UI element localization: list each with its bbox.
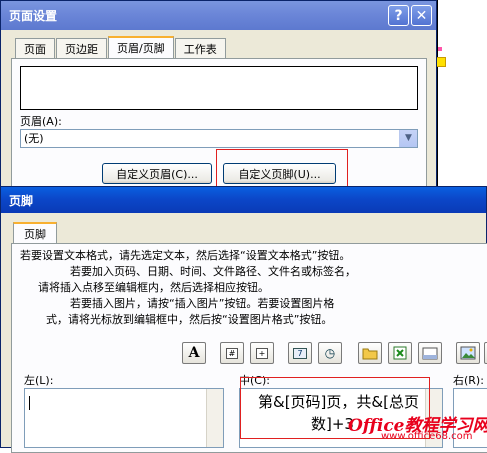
- insert-date-button[interactable]: 7: [288, 342, 312, 364]
- highlight-box-footer-button: [216, 149, 348, 189]
- tab-sheet[interactable]: 工作表: [174, 38, 226, 58]
- page-setup-titlebar: 页面设置: [1, 1, 436, 30]
- custom-header-button[interactable]: 自定义页眉(C)...: [102, 163, 212, 184]
- left-section-input[interactable]: [24, 388, 224, 448]
- page-number-icon: #: [225, 347, 239, 359]
- page-setup-tabs: 页面 页边距 页眉/页脚 工作表: [15, 36, 227, 58]
- insert-time-button[interactable]: ◷: [318, 342, 342, 364]
- tab-footer[interactable]: 页脚: [13, 222, 57, 244]
- chevron-down-icon[interactable]: ▼: [399, 130, 417, 147]
- instruction-line: 若要插入图片，请按“插入图片”按钮。若要设置图片格: [70, 297, 335, 310]
- calendar-icon: 7: [293, 347, 307, 359]
- insert-sheet-name-button[interactable]: [418, 342, 442, 364]
- header-label: 页眉(A):: [20, 115, 62, 128]
- folder-icon: [362, 348, 378, 359]
- font-icon: A: [188, 345, 200, 361]
- tab-margins[interactable]: 页边距: [56, 38, 107, 58]
- help-button[interactable]: ?: [388, 5, 409, 26]
- text-caret: [29, 396, 30, 410]
- clock-icon: ◷: [324, 346, 336, 360]
- insert-total-pages-button[interactable]: +: [250, 342, 274, 364]
- instruction-line: 若要加入页码、日期、时间、文件路径、文件名或标签名，: [70, 265, 356, 278]
- page-setup-dialog: 页面设置 ? ✕ 页面 页边距 页眉/页脚 工作表 页眉(A): (无) ▼ 自…: [0, 0, 437, 192]
- format-text-button[interactable]: A: [182, 342, 206, 364]
- highlight-box-center: [240, 377, 430, 439]
- cell-marker-small: [438, 47, 442, 51]
- header-preview: [20, 66, 418, 110]
- tab-header-footer[interactable]: 页眉/页脚: [108, 36, 174, 58]
- header-select[interactable]: (无) ▼: [20, 129, 418, 148]
- footer-titlebar: 页脚: [1, 187, 486, 213]
- picture-icon: [460, 346, 476, 360]
- header-select-value: (无): [24, 132, 44, 145]
- close-icon: ✕: [415, 7, 428, 24]
- worksheet-background: [437, 0, 487, 190]
- left-section-scrollbar[interactable]: [206, 389, 223, 447]
- footer-title: 页脚: [9, 193, 34, 208]
- instruction-line: 请将插入点移至编辑框内，然后选择相应按钮。: [38, 281, 269, 294]
- insert-file-name-button[interactable]: [388, 342, 412, 364]
- left-section-label: 左(L):: [24, 374, 54, 387]
- insert-picture-button[interactable]: [456, 342, 480, 364]
- instruction-line: 若要设置文本格式，请先选定文本，然后选择“设置文本格式”按钮。: [20, 249, 351, 262]
- footer-dialog: 页脚 页脚 若要设置文本格式，请先选定文本，然后选择“设置文本格式”按钮。 若要…: [0, 186, 487, 453]
- tab-page[interactable]: 页面: [15, 38, 55, 58]
- cell-marker: [436, 57, 446, 67]
- insert-page-number-button[interactable]: #: [220, 342, 244, 364]
- sheet-tab-icon: [422, 347, 438, 359]
- page-setup-title: 页面设置: [9, 9, 58, 23]
- close-button[interactable]: ✕: [411, 5, 432, 26]
- total-pages-icon: +: [255, 347, 269, 359]
- excel-file-icon: [393, 346, 407, 360]
- instruction-line: 式，请将光标放到编辑框中，然后按“设置图片格式”按钮。: [46, 313, 333, 326]
- insert-file-path-button[interactable]: [358, 342, 382, 364]
- right-section-label: 右(R):: [453, 374, 484, 387]
